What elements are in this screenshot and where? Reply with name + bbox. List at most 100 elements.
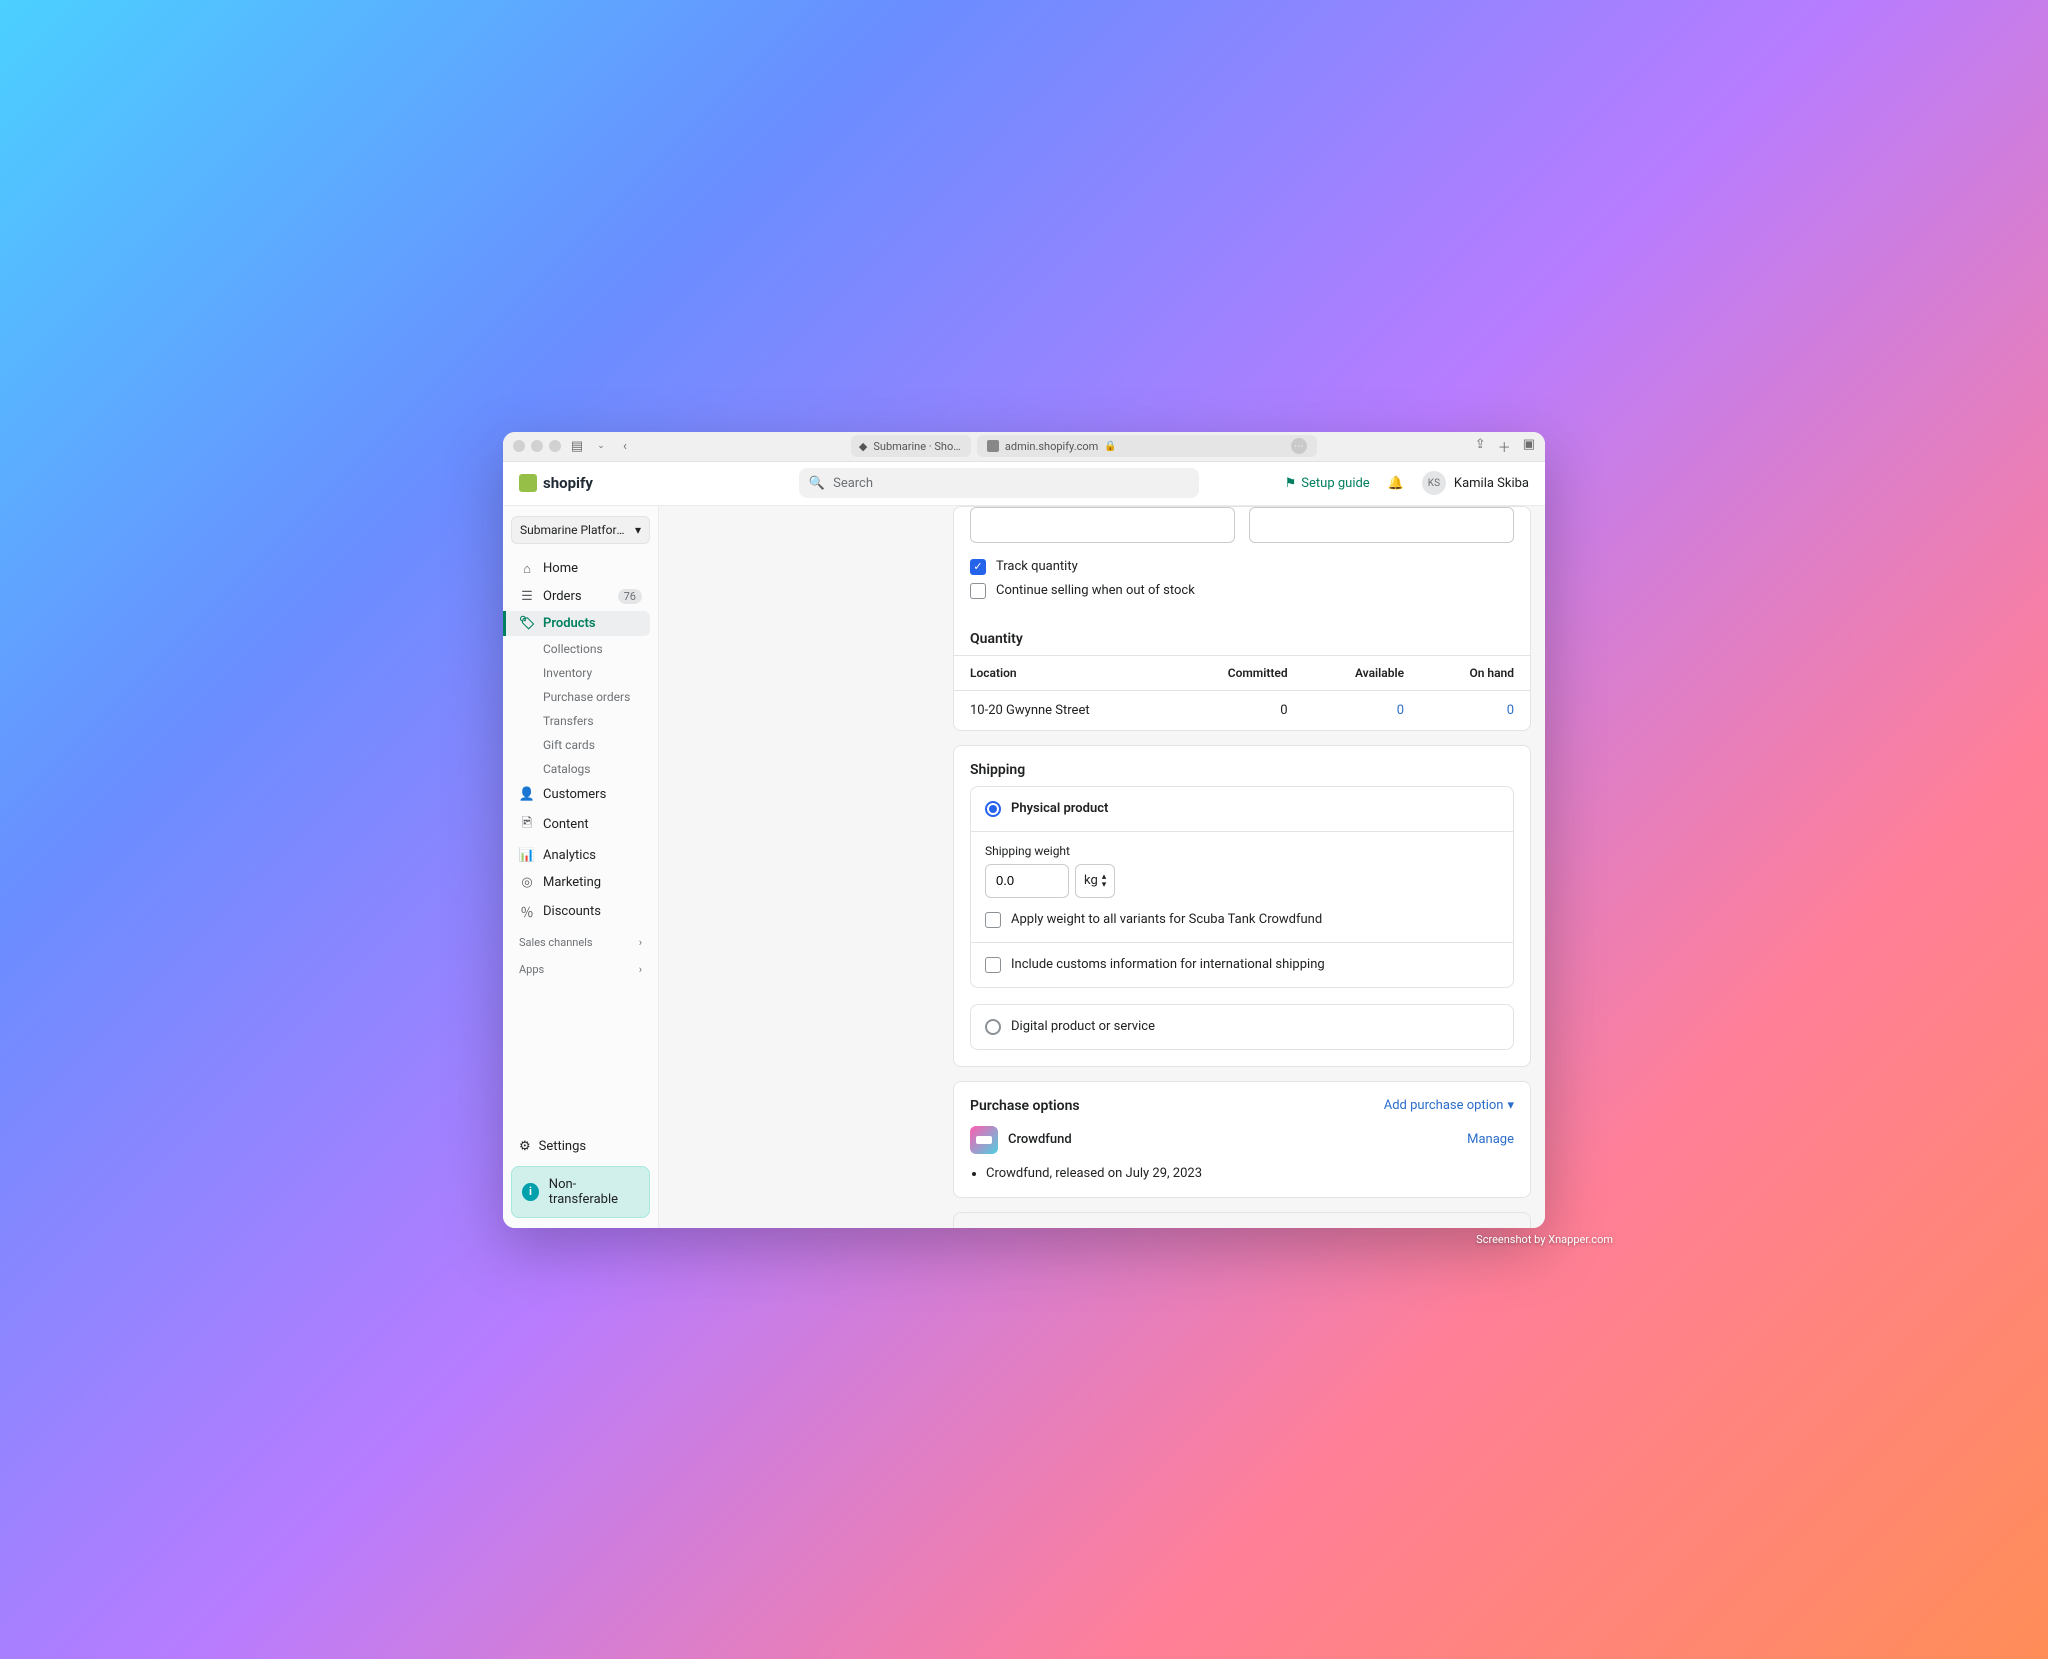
cell-onhand[interactable]: 0	[1420, 690, 1530, 730]
col-committed: Committed	[1172, 655, 1304, 690]
select-arrows-icon: ▴▾	[1102, 873, 1107, 889]
traffic-lights	[513, 440, 561, 452]
zoom-window[interactable]	[549, 440, 561, 452]
digital-product-radio[interactable]: Digital product or service	[971, 1005, 1513, 1049]
sidebar-sub-gift-cards[interactable]: Gift cards	[511, 734, 650, 756]
cell-location: 10-20 Gwynne Street	[954, 690, 1172, 730]
search-input[interactable]: 🔍 Search	[799, 468, 1199, 498]
sidebar-sub-collections[interactable]: Collections	[511, 638, 650, 660]
purchase-options-card: Purchase options Add purchase option ▾ C…	[953, 1081, 1531, 1198]
sidebar-item-home[interactable]: ⌂ Home	[511, 556, 650, 582]
notifications-icon[interactable]: 🔔	[1388, 476, 1404, 491]
shipping-heading: Shipping	[954, 746, 1530, 786]
sidebar-item-products[interactable]: 🏷 Products	[503, 611, 650, 636]
sidebar-item-label: Settings	[539, 1139, 586, 1154]
quantity-table: Location Committed Available On hand 10-…	[954, 655, 1530, 730]
target-icon: ◎	[519, 875, 535, 890]
metafields-card: Metafields Show all	[953, 1212, 1531, 1228]
tab-dropdown-icon[interactable]: ⌄	[593, 438, 609, 454]
user-menu[interactable]: KS Kamila Skiba	[1422, 471, 1529, 495]
purchase-option-list: Crowdfund, released on July 29, 2023	[954, 1162, 1530, 1197]
address-bar[interactable]: admin.shopify.com 🔒 ⋯	[977, 435, 1317, 457]
table-row: 10-20 Gwynne Street 0 0 0	[954, 690, 1530, 730]
gear-icon: ⚙	[519, 1139, 531, 1154]
screenshot-credit: Screenshot by Xnapper.com	[1476, 1233, 1613, 1246]
add-purchase-option-button[interactable]: Add purchase option ▾	[1384, 1098, 1514, 1113]
share-icon[interactable]: ⇪	[1475, 437, 1486, 456]
radio-icon	[985, 801, 1001, 817]
flag-icon: ⚑	[1285, 476, 1297, 491]
sidebar-item-marketing[interactable]: ◎ Marketing	[511, 870, 650, 895]
sidebar-item-analytics[interactable]: 📊 Analytics	[511, 843, 650, 868]
orders-icon: ☰	[519, 589, 535, 604]
shopify-logo[interactable]: shopify	[519, 474, 593, 492]
sidebar-item-label: Products	[543, 616, 596, 631]
new-tab-icon[interactable]: ＋	[1498, 437, 1511, 456]
sidebar-toggle-icon[interactable]: ▤	[569, 438, 585, 454]
checkbox-label: Track quantity	[996, 559, 1078, 574]
sidebar-sub-catalogs[interactable]: Catalogs	[511, 758, 650, 780]
sidebar-section-apps[interactable]: Apps ›	[511, 955, 650, 980]
barcode-input[interactable]	[1249, 507, 1514, 543]
track-quantity-checkbox[interactable]: ✓	[970, 559, 986, 575]
back-icon[interactable]: ‹	[617, 438, 633, 454]
sidebar-sub-inventory[interactable]: Inventory	[511, 662, 650, 684]
browser-chrome: ▤ ⌄ ‹ ◆ Submarine · Shop… admin.shopify.…	[503, 432, 1545, 462]
store-switcher[interactable]: Submarine Platform: … ▾	[511, 516, 650, 544]
sidebar-item-settings[interactable]: ⚙ Settings	[511, 1133, 650, 1160]
tab-title: Submarine · Shop…	[873, 440, 963, 453]
customs-checkbox[interactable]	[985, 957, 1001, 973]
shopify-logo-icon	[519, 474, 537, 492]
sidebar-item-label: Content	[543, 817, 589, 832]
site-icon	[987, 440, 999, 452]
content-icon: 🖻	[519, 814, 535, 836]
shipping-options-group: Physical product Shipping weight kg ▴▾	[970, 786, 1514, 988]
sidebar-item-label: Orders	[543, 589, 582, 604]
chevron-right-icon: ›	[639, 936, 642, 949]
lock-icon: 🔒	[1104, 441, 1116, 452]
continue-selling-checkbox[interactable]	[970, 583, 986, 599]
apply-weight-checkbox[interactable]	[985, 912, 1001, 928]
sidebar-sub-transfers[interactable]: Transfers	[511, 710, 650, 732]
sidebar-item-label: Discounts	[543, 904, 601, 919]
caret-down-icon: ▾	[1507, 1098, 1514, 1113]
minimize-window[interactable]	[531, 440, 543, 452]
sidebar-item-content[interactable]: 🖻 Content	[511, 809, 650, 841]
sidebar-item-customers[interactable]: 👤 Customers	[511, 782, 650, 807]
shipping-card: Shipping Physical product Shipping weigh…	[953, 745, 1531, 1067]
browser-tab-1[interactable]: ◆ Submarine · Shop…	[851, 435, 971, 457]
radio-label: Digital product or service	[1011, 1019, 1155, 1034]
manage-link[interactable]: Manage	[1467, 1132, 1514, 1147]
weight-input[interactable]	[985, 864, 1069, 898]
cell-available[interactable]: 0	[1304, 690, 1420, 730]
store-name: Submarine Platform: …	[520, 523, 630, 537]
close-window[interactable]	[513, 440, 525, 452]
analytics-icon: 📊	[519, 848, 535, 863]
sidebar-item-orders[interactable]: ☰ Orders 76	[511, 584, 650, 609]
weight-unit-select[interactable]: kg ▴▾	[1075, 864, 1115, 898]
checkbox-label: Continue selling when out of stock	[996, 583, 1195, 598]
physical-product-radio[interactable]: Physical product	[971, 787, 1513, 831]
sidebar-item-label: Analytics	[543, 848, 596, 863]
col-location: Location	[954, 655, 1172, 690]
link-label: Add purchase option	[1384, 1098, 1504, 1113]
main-content: ✓ Track quantity Continue selling when o…	[659, 506, 1545, 1228]
chevron-right-icon: ›	[639, 963, 642, 976]
radio-label: Physical product	[1011, 801, 1108, 816]
digital-option: Digital product or service	[970, 1004, 1514, 1050]
col-available: Available	[1304, 655, 1420, 690]
sidebar-sub-purchase-orders[interactable]: Purchase orders	[511, 686, 650, 708]
show-all-link[interactable]: Show all	[1465, 1227, 1514, 1228]
setup-guide-link[interactable]: ⚑ Setup guide	[1285, 476, 1370, 491]
purchase-options-heading: Purchase options	[970, 1098, 1080, 1114]
site-menu-icon[interactable]: ⋯	[1291, 438, 1307, 454]
sidebar-item-discounts[interactable]: ％ Discounts	[511, 897, 650, 926]
avatar: KS	[1422, 471, 1446, 495]
section-label: Sales channels	[519, 936, 593, 949]
user-name: Kamila Skiba	[1454, 476, 1529, 491]
sidebar-section-sales-channels[interactable]: Sales channels ›	[511, 928, 650, 953]
quantity-heading: Quantity	[954, 615, 1530, 655]
sku-input[interactable]	[970, 507, 1235, 543]
tab-overview-icon[interactable]: ▣	[1523, 437, 1535, 456]
home-icon: ⌂	[519, 561, 535, 577]
